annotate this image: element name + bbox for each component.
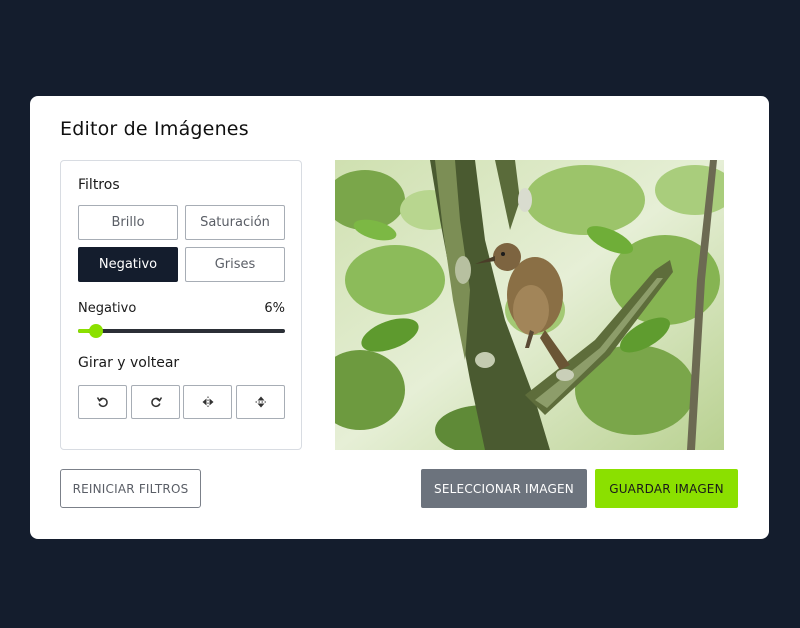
controls-panel: Filtros Brillo Saturación Negativo Grise… xyxy=(60,160,302,450)
rotate-heading: Girar y voltear xyxy=(78,355,180,371)
filter-brightness-button[interactable]: Brillo xyxy=(78,205,178,240)
flip-horizontal-icon xyxy=(202,396,213,408)
filter-slider[interactable] xyxy=(78,324,285,338)
page-title: Editor de Imágenes xyxy=(60,118,249,140)
slider-info: Negativo 6% xyxy=(78,301,285,316)
image-preview xyxy=(335,160,724,450)
slider-thumb[interactable] xyxy=(88,324,103,338)
slider-value: 6% xyxy=(264,301,285,316)
select-image-button[interactable]: SELECCIONAR IMAGEN xyxy=(421,469,587,508)
flip-vertical-icon xyxy=(255,396,266,408)
editor-card: Editor de Imágenes Filtros Brillo Satura… xyxy=(30,96,769,539)
filter-saturation-button[interactable]: Saturación xyxy=(185,205,285,240)
save-image-button[interactable]: GUARDAR IMAGEN xyxy=(595,469,738,508)
rotate-right-icon xyxy=(150,397,162,408)
flip-vertical-button[interactable] xyxy=(236,385,285,419)
rotate-left-icon xyxy=(96,397,108,408)
bird-photo xyxy=(335,160,724,450)
rotate-left-button[interactable] xyxy=(78,385,127,419)
filters-heading: Filtros xyxy=(78,177,120,193)
filter-negative-button[interactable]: Negativo xyxy=(78,247,178,282)
filter-grayscale-button[interactable]: Grises xyxy=(185,247,285,282)
reset-filters-button[interactable]: REINICIAR FILTROS xyxy=(60,469,201,508)
flip-horizontal-button[interactable] xyxy=(183,385,232,419)
rotate-right-button[interactable] xyxy=(131,385,180,419)
slider-name: Negativo xyxy=(78,301,137,316)
